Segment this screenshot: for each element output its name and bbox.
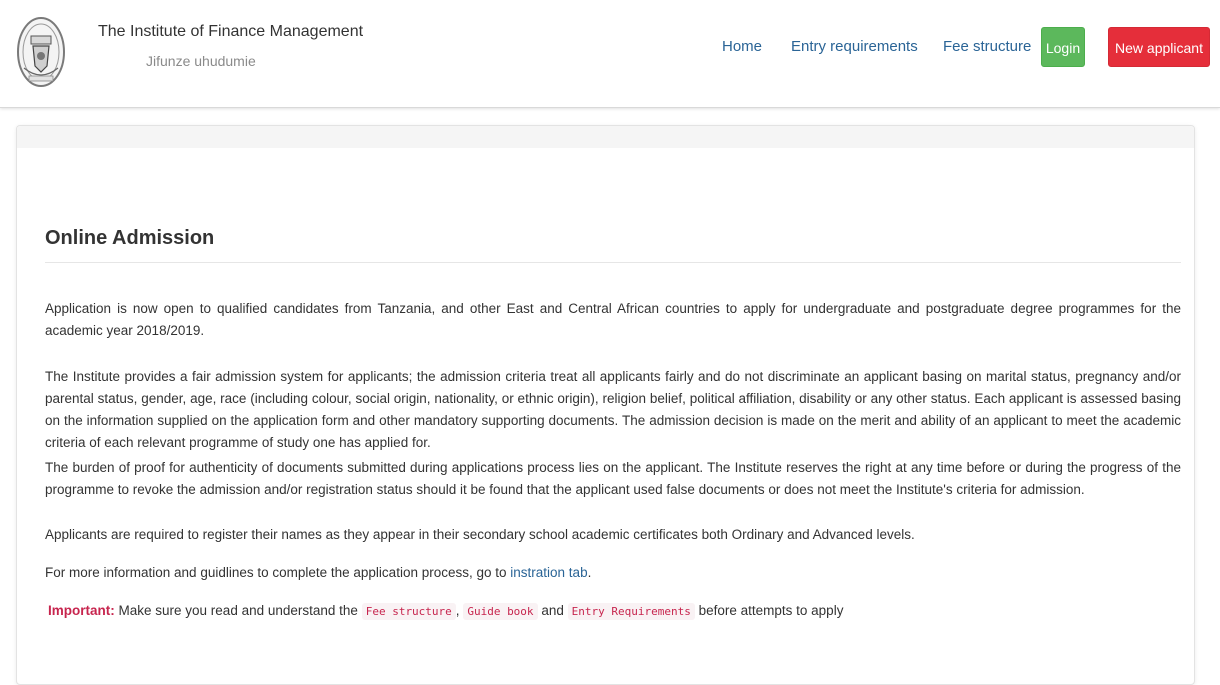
institute-motto: Jifunze uhudumie [146, 53, 256, 69]
important-notice: Important: Make sure you read and unders… [48, 600, 1184, 623]
instruction-tab-link[interactable]: instration tab [510, 565, 587, 580]
fee-structure-tag: Fee structure [361, 603, 456, 620]
nav-fee-structure-link[interactable]: Fee structure [943, 38, 1031, 55]
login-button[interactable]: Login [1041, 27, 1085, 67]
important-end: before attempts to apply [698, 603, 844, 618]
names-paragraph: Applicants are required to register thei… [45, 527, 915, 542]
institute-crest-icon[interactable] [16, 10, 66, 94]
important-label: Important: [48, 603, 115, 618]
nav-entry-requirements-link[interactable]: Entry requirements [791, 38, 918, 55]
fairness-paragraph: The Institute provides a fair admission … [45, 369, 1181, 450]
panel-heading [17, 126, 1194, 148]
entry-requirements-tag: Entry Requirements [567, 603, 695, 620]
new-applicant-button[interactable]: New applicant [1108, 27, 1210, 67]
title-divider [45, 262, 1181, 263]
burden-of-proof-paragraph: The burden of proof for authenticity of … [45, 460, 1181, 497]
institute-name: The Institute of Finance Management [98, 23, 364, 40]
important-text: Make sure you read and understand the [118, 603, 358, 618]
guide-book-tag: Guide book [463, 603, 538, 620]
nav-home-link[interactable]: Home [722, 38, 762, 55]
top-navbar: The Institute of Finance Management Jifu… [0, 0, 1220, 108]
more-info-text: For more information and guidlines to co… [45, 565, 507, 580]
admission-panel: Online Admission Application is now open… [16, 125, 1195, 685]
page-title: Online Admission [45, 227, 215, 249]
more-info-paragraph: For more information and guidlines to co… [45, 562, 1181, 584]
important-and: and [541, 603, 564, 618]
important-comma: , [455, 603, 460, 618]
intro-paragraph: Application is now open to qualified can… [45, 301, 1181, 338]
more-info-period: . [587, 565, 592, 580]
